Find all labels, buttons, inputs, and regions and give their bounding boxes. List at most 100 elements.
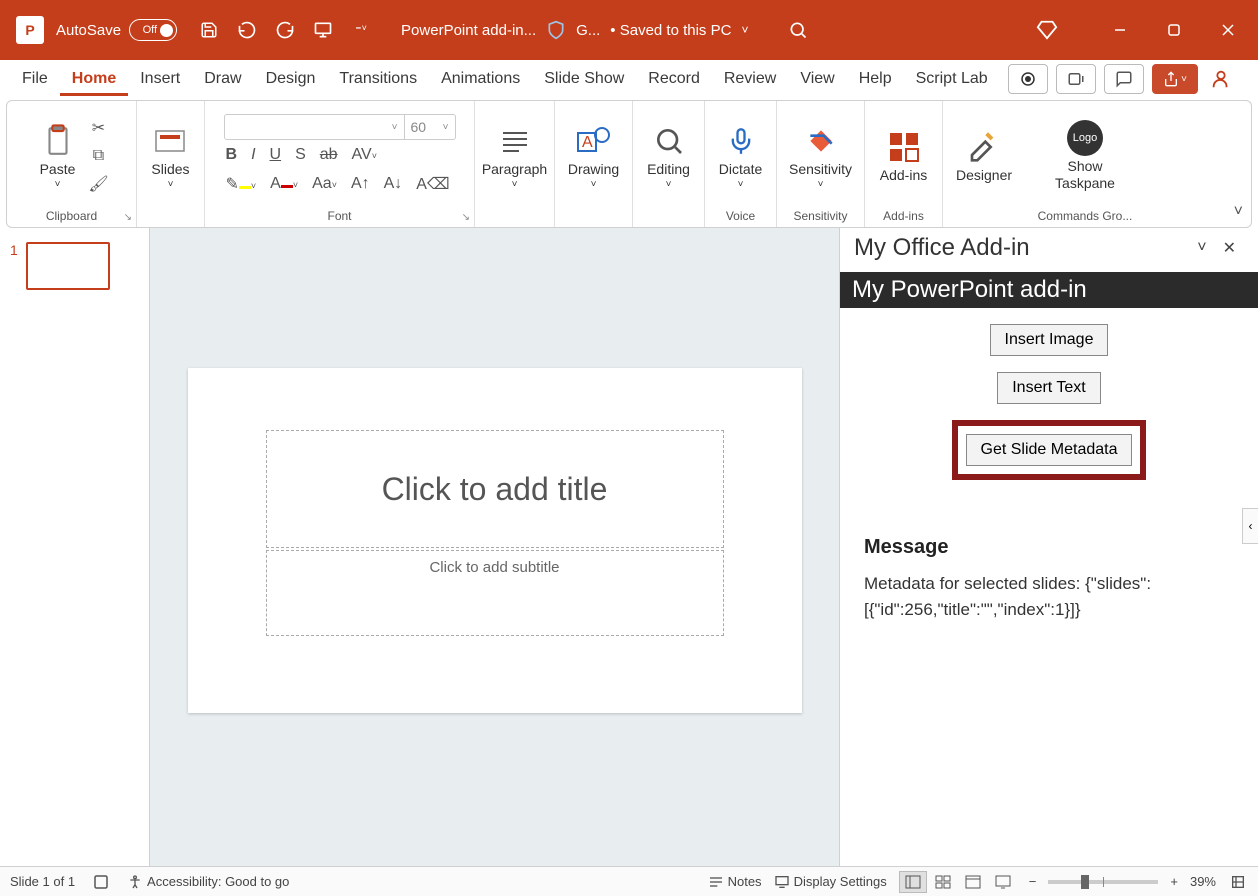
paragraph-button[interactable]: Paragraph˅	[476, 119, 553, 194]
accessibility-status[interactable]: Accessibility: Good to go	[127, 874, 289, 890]
tab-design[interactable]: Design	[254, 62, 328, 96]
tab-review[interactable]: Review	[712, 62, 788, 96]
cut-icon[interactable]: ✂	[88, 117, 110, 139]
shadow-icon[interactable]: S	[295, 146, 306, 164]
present-icon[interactable]	[313, 20, 333, 40]
tab-slideshow[interactable]: Slide Show	[532, 62, 636, 96]
tab-file[interactable]: File	[10, 62, 60, 96]
reading-view-button[interactable]	[959, 871, 987, 893]
zoom-in-button[interactable]: +	[1170, 874, 1178, 889]
tab-insert[interactable]: Insert	[128, 62, 192, 96]
format-painter-icon[interactable]: 🖌	[88, 173, 110, 195]
slides-button[interactable]: Slides ˅	[145, 119, 195, 194]
save-icon[interactable]	[199, 20, 219, 40]
saved-status[interactable]: • Saved to this PC	[610, 22, 731, 39]
slide-thumbnail[interactable]	[26, 242, 110, 290]
share-button[interactable]: ˅	[1152, 64, 1198, 94]
qat-more-icon[interactable]: ⁼˅	[351, 20, 371, 40]
document-name[interactable]: PowerPoint add-in...	[401, 22, 536, 39]
tab-record[interactable]: Record	[636, 62, 712, 96]
underline-icon[interactable]: U	[270, 146, 282, 164]
tab-transitions[interactable]: Transitions	[327, 62, 429, 96]
account-icon[interactable]	[1206, 64, 1236, 94]
tab-scriptlab[interactable]: Script Lab	[904, 62, 1000, 96]
slide-number: 1	[10, 242, 18, 290]
insert-image-button[interactable]: Insert Image	[990, 324, 1109, 356]
taskpane-collapse-tab[interactable]: ‹	[1242, 508, 1258, 544]
normal-view-button[interactable]	[899, 871, 927, 893]
message-text: Metadata for selected slides: {"slides":…	[864, 571, 1234, 622]
show-taskpane-button[interactable]: Logo Show Taskpane	[1033, 116, 1137, 196]
undo-icon[interactable]	[237, 20, 257, 40]
record-button[interactable]	[1008, 64, 1048, 94]
grow-font-icon[interactable]: A↑	[351, 175, 370, 193]
slide-count[interactable]: Slide 1 of 1	[10, 874, 75, 889]
insert-text-button[interactable]: Insert Text	[997, 372, 1101, 404]
taskpane-close-icon[interactable]: ✕	[1215, 234, 1244, 262]
comments-button[interactable]	[1104, 64, 1144, 94]
sensitivity-short[interactable]: G...	[576, 22, 600, 39]
teams-button[interactable]	[1056, 64, 1096, 94]
font-name-input[interactable]: ˅	[225, 115, 405, 139]
notes-button[interactable]: Notes	[708, 874, 762, 890]
new-slide-icon	[152, 123, 188, 159]
sensitivity-button[interactable]: Sensitivity˅	[783, 119, 858, 194]
display-settings-button[interactable]: Display Settings	[774, 874, 887, 890]
paste-button[interactable]: Paste ˅	[34, 119, 82, 194]
titlebar-right	[1036, 18, 1250, 42]
highlight-icon[interactable]: ✎˅	[226, 174, 257, 194]
subtitle-placeholder[interactable]: Click to add subtitle	[266, 550, 724, 636]
tab-view[interactable]: View	[788, 62, 846, 96]
minimize-button[interactable]	[1108, 18, 1132, 42]
italic-icon[interactable]: I	[251, 146, 255, 164]
toggle-switch[interactable]: Off	[129, 19, 177, 41]
font-color-icon[interactable]: A˅	[270, 175, 298, 193]
clipboard-launcher-icon[interactable]: ↘	[124, 212, 132, 223]
group-addins: Add-ins Add-ins	[865, 101, 943, 227]
redo-icon[interactable]	[275, 20, 295, 40]
taskpane-dropdown-icon[interactable]: ˅	[1189, 235, 1214, 261]
font-size-input[interactable]: 60˅	[405, 115, 455, 139]
tab-animations[interactable]: Animations	[429, 62, 532, 96]
tab-home[interactable]: Home	[60, 62, 128, 96]
toggle-knob	[160, 24, 173, 37]
title-placeholder[interactable]: Click to add title	[266, 430, 724, 548]
bold-icon[interactable]: B	[226, 146, 238, 164]
spell-check-icon[interactable]	[91, 872, 111, 892]
get-slide-metadata-button[interactable]: Get Slide Metadata	[966, 434, 1133, 466]
tab-draw[interactable]: Draw	[192, 62, 253, 96]
shrink-font-icon[interactable]: A↓	[384, 175, 403, 193]
addins-button[interactable]: Add-ins	[874, 125, 933, 187]
font-launcher-icon[interactable]: ↘	[462, 212, 470, 223]
designer-button[interactable]: Designer	[950, 125, 1018, 187]
drawing-button[interactable]: A Drawing˅	[562, 119, 625, 194]
strike-icon[interactable]: ab	[320, 146, 338, 164]
tab-help[interactable]: Help	[847, 62, 904, 96]
copy-icon[interactable]: ⧉	[88, 145, 110, 167]
zoom-out-button[interactable]: −	[1029, 874, 1037, 889]
taskpane-header: My Office Add-in ˅ ✕	[840, 228, 1258, 272]
clear-format-icon[interactable]: A⌫	[416, 174, 449, 194]
sorter-view-button[interactable]	[929, 871, 957, 893]
sensitivity-group-label: Sensitivity	[793, 207, 847, 225]
search-icon[interactable]	[788, 20, 808, 40]
autosave-toggle[interactable]: AutoSave Off	[56, 19, 177, 41]
fit-window-icon[interactable]	[1228, 872, 1248, 892]
zoom-slider[interactable]	[1048, 880, 1158, 884]
close-button[interactable]	[1216, 18, 1240, 42]
chevron-down-icon[interactable]: ˅	[741, 23, 748, 37]
slide-thumb-1[interactable]: 1	[10, 242, 139, 290]
editing-button[interactable]: Editing˅	[641, 119, 696, 194]
character-spacing-icon[interactable]: AV˅	[352, 146, 377, 164]
zoom-level[interactable]: 39%	[1190, 874, 1216, 889]
change-case-icon[interactable]: Aa˅	[312, 175, 337, 193]
slide-canvas[interactable]: Click to add title Click to add subtitle	[188, 368, 802, 713]
ribbon-collapse-icon[interactable]: ˅	[1234, 203, 1243, 221]
paragraph-label: Paragraph	[482, 161, 547, 177]
slide-editor[interactable]: Click to add title Click to add subtitle	[150, 228, 840, 866]
maximize-button[interactable]	[1162, 18, 1186, 42]
slideshow-view-button[interactable]	[989, 871, 1017, 893]
diamond-icon[interactable]	[1036, 19, 1058, 41]
font-selector[interactable]: ˅ 60˅	[224, 114, 456, 140]
dictate-button[interactable]: Dictate˅	[713, 119, 769, 194]
